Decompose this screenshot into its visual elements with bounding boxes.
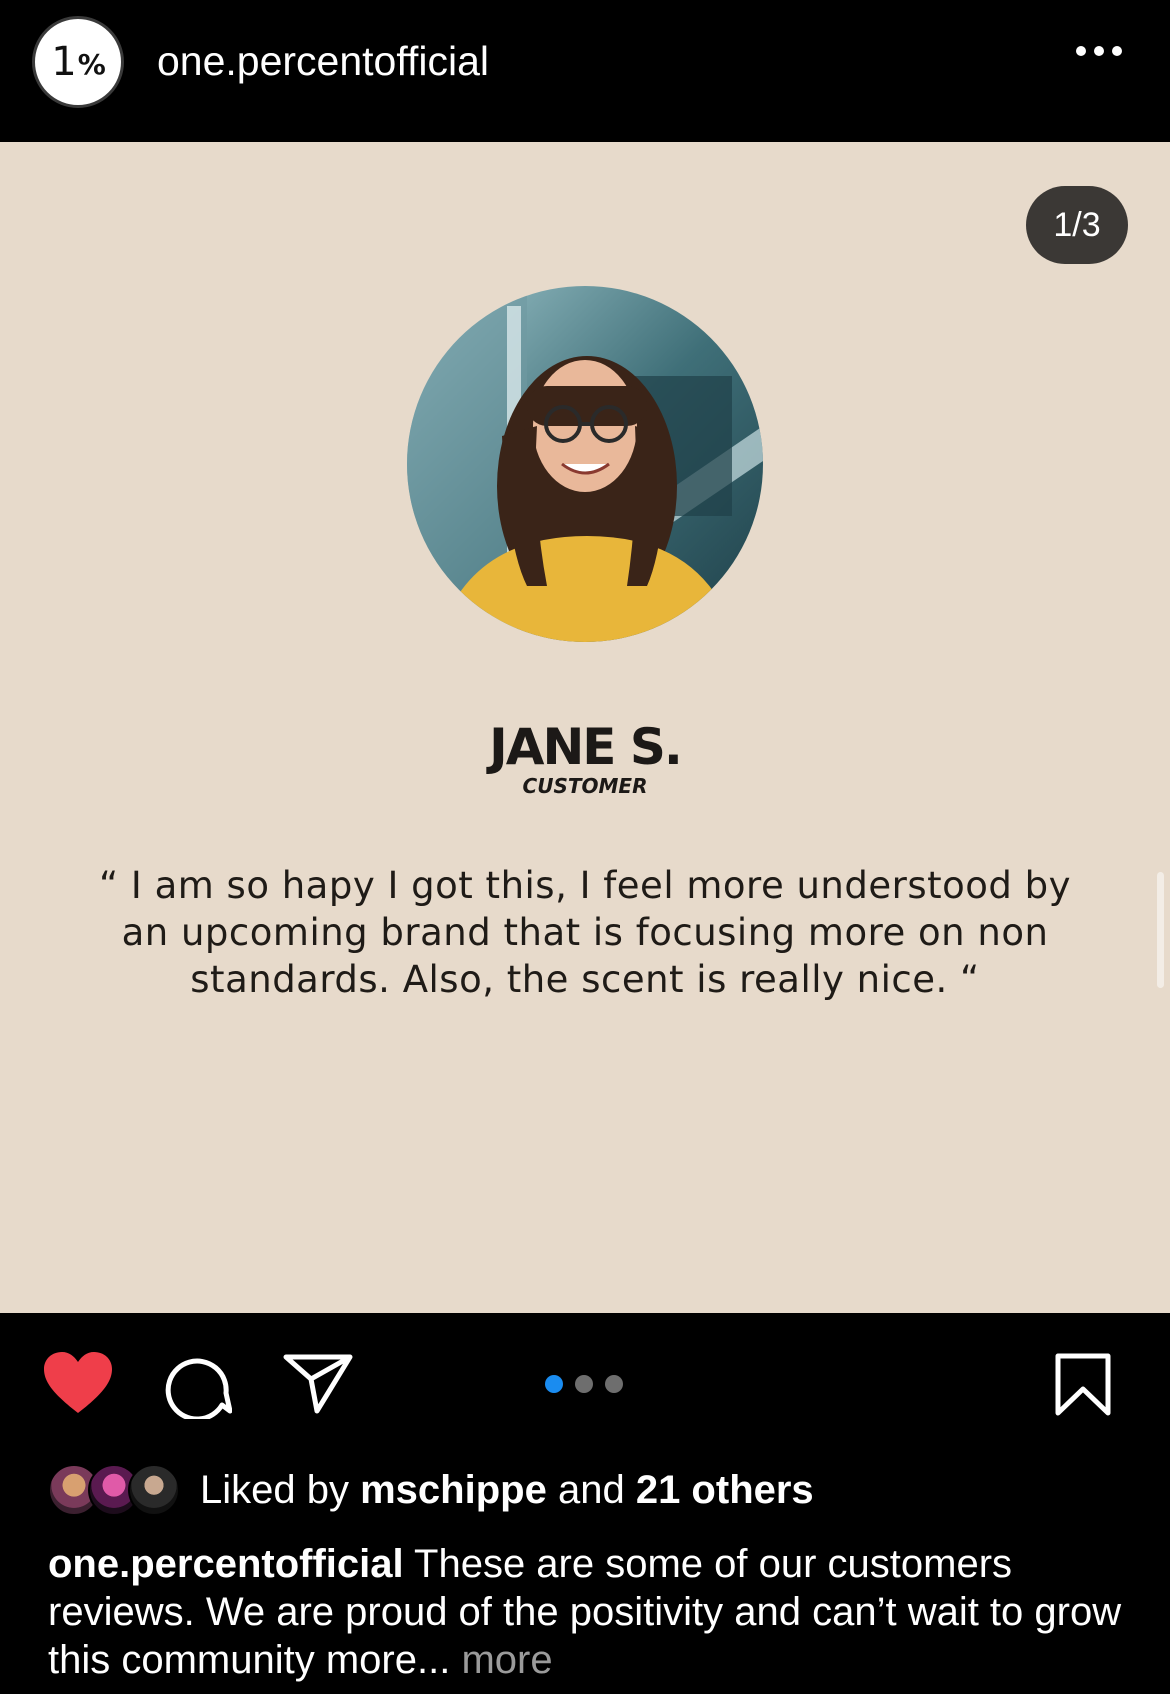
profile-avatar[interactable]: 1%	[32, 16, 124, 108]
post-username[interactable]: one.percentofficial	[157, 38, 489, 85]
post-image[interactable]: 1/3 JANE S. CUSTOMER “ I am so hapy I go…	[0, 142, 1170, 1313]
carousel-dot[interactable]	[575, 1375, 593, 1393]
carousel-counter: 1/3	[1026, 186, 1128, 264]
customer-photo	[407, 286, 763, 642]
reviewer-name: JANE S.	[489, 718, 683, 776]
avatar-logo: 1%	[51, 39, 106, 85]
caption-more-link[interactable]: more	[461, 1638, 552, 1682]
comment-icon[interactable]	[164, 1351, 232, 1419]
more-options-icon[interactable]	[1076, 46, 1122, 56]
post-header: 1% one.percentofficial	[0, 0, 1170, 142]
reviewer-role: CUSTOMER	[522, 774, 648, 798]
post-caption: one.percentofficial These are some of ou…	[48, 1540, 1138, 1684]
scroll-indicator[interactable]	[1157, 872, 1164, 988]
liker-username[interactable]: mschippe	[360, 1468, 547, 1512]
carousel-dot[interactable]	[605, 1375, 623, 1393]
carousel-dots	[545, 1375, 623, 1393]
liker-avatars	[48, 1462, 188, 1518]
share-icon[interactable]	[283, 1353, 353, 1415]
carousel-dot[interactable]	[545, 1375, 563, 1393]
review-quote: “ I am so hapy I got this, I feel more u…	[98, 864, 1072, 1001]
likes-count[interactable]: 21 others	[636, 1468, 814, 1512]
likes-row[interactable]: Liked by mschippe and 21 others	[48, 1462, 814, 1518]
bookmark-icon[interactable]	[1054, 1353, 1112, 1417]
likes-text[interactable]: Liked by mschippe and 21 others	[200, 1468, 814, 1513]
caption-username[interactable]: one.percentofficial	[48, 1542, 404, 1586]
liker-avatar	[128, 1464, 180, 1516]
heart-icon[interactable]	[42, 1351, 114, 1415]
